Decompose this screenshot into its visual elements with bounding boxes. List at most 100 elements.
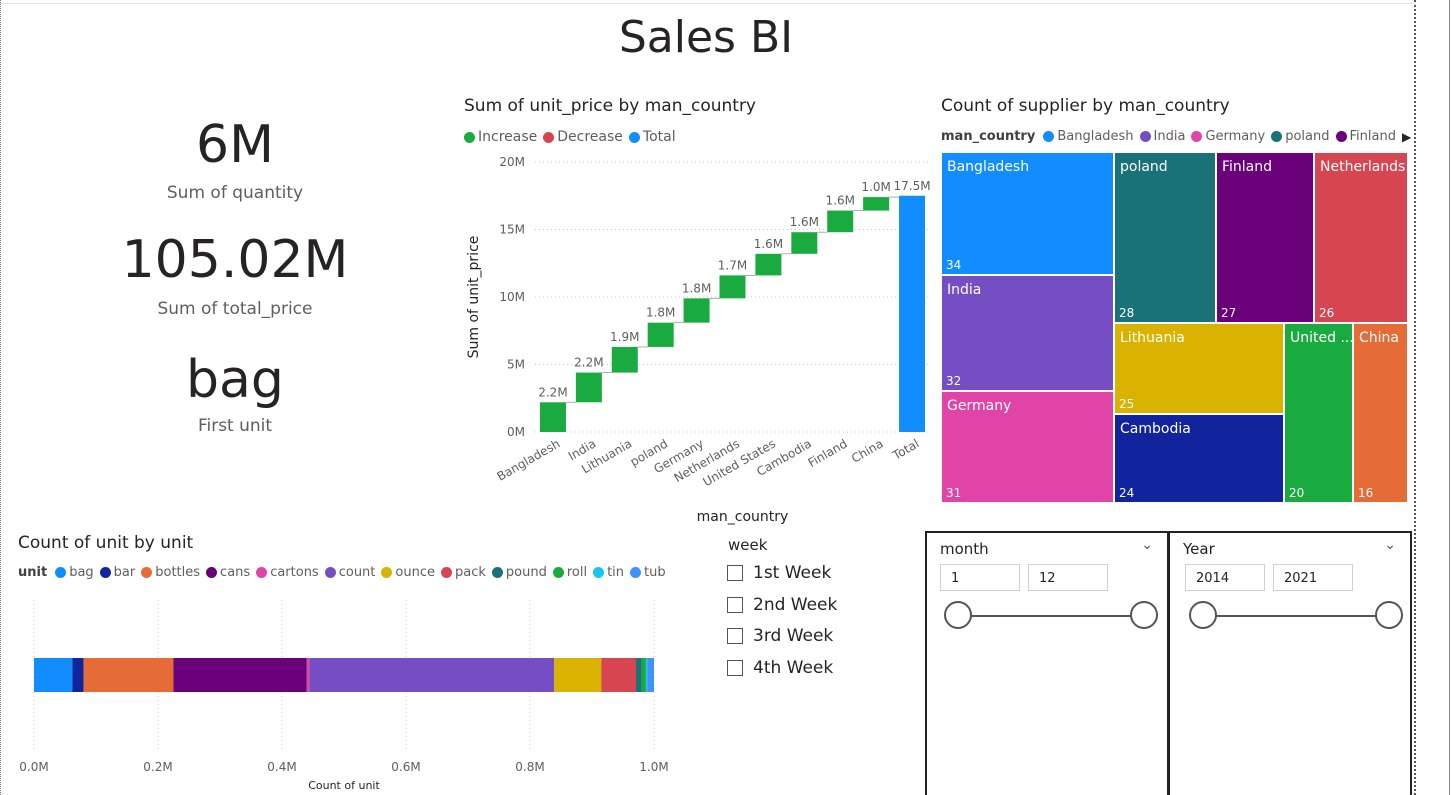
treemap-cell-lithuania[interactable]: Lithuania 25 xyxy=(1114,323,1284,414)
treemap-cell-label: Bangladesh xyxy=(947,159,1030,175)
stacked-bar-chart[interactable]: 0.0M 0.2M 0.4M 0.6M 0.8M 1.0M Count of unit xyxy=(0,590,700,795)
year-max-input[interactable]: 2021 xyxy=(1273,564,1353,591)
legend-label: bar xyxy=(113,565,136,580)
legend-item-decrease[interactable]: Decrease xyxy=(543,129,623,145)
legend-item-count[interactable]: count xyxy=(324,565,376,580)
legend-label: pound xyxy=(505,565,547,580)
y-tick-label: 15M xyxy=(499,223,525,237)
legend-item-ounce[interactable]: ounce xyxy=(381,565,435,580)
data-label: 17.5M xyxy=(894,179,931,193)
legend-dot xyxy=(593,567,605,578)
legend-item-total[interactable]: Total xyxy=(628,129,676,145)
month-max-input[interactable]: 12 xyxy=(1028,564,1108,591)
treemap-cell-label: China xyxy=(1359,330,1399,346)
treemap-cell-germany[interactable]: Germany 31 xyxy=(941,391,1114,503)
treemap-cell-bangladesh[interactable]: Bangladesh 34 xyxy=(941,152,1114,275)
stacked-segment-cans xyxy=(173,658,307,692)
legend-item-pack[interactable]: pack xyxy=(440,565,486,580)
legend-item-tin[interactable]: tin xyxy=(593,565,624,580)
legend-label: poland xyxy=(1285,129,1330,144)
treemap-cell-value: 20 xyxy=(1289,486,1305,500)
legend-dot xyxy=(141,567,153,578)
chevron-down-icon[interactable]: ⌄ xyxy=(1141,537,1153,553)
treemap-cell-cambodia[interactable]: Cambodia 24 xyxy=(1114,414,1284,503)
year-slider-track[interactable] xyxy=(1203,615,1389,617)
stacked-segment-tub xyxy=(647,658,654,692)
x-tick-label: 0.6M xyxy=(391,760,420,774)
checkbox[interactable] xyxy=(727,628,743,644)
waterfall-chart[interactable]: 0M 5M 10M 15M 20M Sum of unit_price man_countr… xyxy=(455,150,940,530)
legend-item-poland[interactable]: poland xyxy=(1271,129,1330,144)
legend-item-bag[interactable]: bag xyxy=(55,565,94,580)
year-min-input[interactable]: 2014 xyxy=(1185,564,1265,591)
waterfall-bar xyxy=(827,210,854,233)
legend-label: ounce xyxy=(395,565,435,580)
legend-item-germany[interactable]: Germany xyxy=(1191,129,1265,144)
kpi-value: 105.02M xyxy=(121,230,349,290)
legend-item-cans[interactable]: cans xyxy=(206,565,250,580)
stacked-segment-tin xyxy=(645,658,648,692)
legend-dot xyxy=(440,567,452,578)
waterfall-bar xyxy=(683,298,710,323)
treemap-cell-label: India xyxy=(947,282,982,298)
data-label: 1.0M xyxy=(861,180,890,194)
treemap-cell-label: Lithuania xyxy=(1120,330,1185,346)
month-slider-max-handle[interactable] xyxy=(1130,601,1158,629)
legend-item-tub[interactable]: tub xyxy=(630,565,666,580)
treemap-chart[interactable]: Bangladesh 34 India 32 Germany 31 poland 28 … xyxy=(941,152,1408,503)
treemap-cell-netherlands[interactable]: Netherlands 26 xyxy=(1314,152,1408,323)
checkbox[interactable] xyxy=(727,660,743,676)
checkbox[interactable] xyxy=(727,565,743,581)
data-label: 2.2M xyxy=(538,385,567,399)
data-label: 1.8M xyxy=(682,281,711,295)
legend-item-bar[interactable]: bar xyxy=(99,565,136,580)
legend-dot xyxy=(99,567,111,578)
chevron-down-icon[interactable]: ⌄ xyxy=(1384,537,1396,553)
year-slider-max-handle[interactable] xyxy=(1375,601,1403,629)
treemap-cell-value: 27 xyxy=(1221,306,1237,320)
legend-item-finland[interactable]: Finland xyxy=(1335,129,1396,144)
waterfall-bar xyxy=(719,275,746,299)
legend-item-bangladesh[interactable]: Bangladesh xyxy=(1043,129,1134,144)
stacked-segment-roll xyxy=(641,658,646,692)
year-slider-min-handle[interactable] xyxy=(1189,601,1217,629)
x-tick-label: 0.4M xyxy=(267,760,296,774)
legend-item-india[interactable]: India xyxy=(1139,129,1185,144)
week-option-2nd[interactable]: 2nd Week xyxy=(727,594,837,616)
legend-dot xyxy=(464,131,475,143)
month-slider-track[interactable] xyxy=(958,615,1144,617)
treemap-cell-value: 26 xyxy=(1319,306,1335,320)
month-slider-min-handle[interactable] xyxy=(944,601,972,629)
legend-item-cartons[interactable]: cartons xyxy=(256,565,319,580)
week-option-1st[interactable]: 1st Week xyxy=(727,562,831,584)
treemap-cell-india[interactable]: India 32 xyxy=(941,275,1114,391)
week-option-label: 4th Week xyxy=(753,658,834,678)
waterfall-title: Sum of unit_price by man_country xyxy=(464,96,756,116)
data-label: 1.9M xyxy=(610,330,639,344)
checkbox[interactable] xyxy=(727,597,743,613)
treemap-cell-united-states[interactable]: United ... 20 xyxy=(1284,323,1353,503)
legend-dot xyxy=(1043,131,1055,142)
x-tick-label: 1.0M xyxy=(639,760,668,774)
week-option-3rd[interactable]: 3rd Week xyxy=(727,625,833,647)
treemap-cell-value: 34 xyxy=(946,258,962,272)
waterfall-bar xyxy=(899,195,926,432)
x-tick-label: 0.0M xyxy=(19,760,48,774)
stacked-segment-pack xyxy=(601,658,637,692)
week-option-label: 3rd Week xyxy=(753,626,834,646)
treemap-cell-china[interactable]: China 16 xyxy=(1353,323,1408,503)
legend-item-roll[interactable]: roll xyxy=(552,565,587,580)
y-axis-title: Sum of unit_price xyxy=(466,236,482,359)
treemap-cell-finland[interactable]: Finland 27 xyxy=(1216,152,1314,323)
legend-item-bottles[interactable]: bottles xyxy=(141,565,200,580)
legend-item-increase[interactable]: Increase xyxy=(464,129,537,145)
waterfall-bar xyxy=(791,232,818,254)
legend-next-arrow-icon[interactable]: ▶ xyxy=(1402,130,1411,144)
week-option-4th[interactable]: 4th Week xyxy=(727,657,833,679)
legend-label: count xyxy=(338,565,376,580)
treemap-cell-poland[interactable]: poland 28 xyxy=(1114,152,1216,323)
month-min-input[interactable]: 1 xyxy=(940,564,1020,591)
legend-dot xyxy=(55,567,67,578)
legend-item-pound[interactable]: pound xyxy=(491,565,547,580)
x-tick-label: Finland xyxy=(806,436,850,470)
